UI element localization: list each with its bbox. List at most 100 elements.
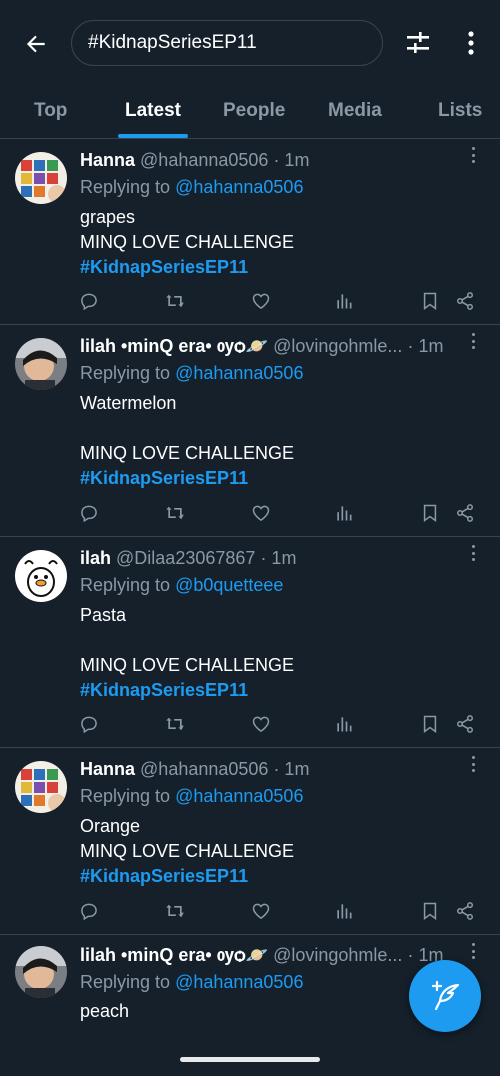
author-handle[interactable]: @Dilaa23067867 (116, 548, 255, 568)
views-icon (337, 294, 352, 309)
replying-to-handle[interactable]: @hahanna0506 (175, 972, 303, 992)
hashtag-link[interactable]: #KidnapSeriesEP11 (80, 468, 248, 489)
views-button[interactable] (333, 900, 355, 922)
tweet-more-icon[interactable] (466, 940, 480, 962)
retweet-button[interactable] (164, 713, 186, 735)
tab-top[interactable]: Top (34, 100, 67, 122)
retweet-button[interactable] (164, 502, 186, 524)
hashtag-link[interactable]: #KidnapSeriesEP11 (80, 680, 248, 701)
tweet-more-icon[interactable] (466, 542, 480, 564)
share-icon (456, 504, 474, 522)
like-button[interactable] (250, 713, 272, 735)
like-button[interactable] (250, 290, 272, 312)
bookmark-button[interactable] (419, 713, 441, 735)
compose-button[interactable] (409, 960, 481, 1032)
avatar[interactable] (15, 338, 67, 390)
retweet-button[interactable] (164, 290, 186, 312)
like-button[interactable] (250, 900, 272, 922)
active-tab-indicator (118, 134, 188, 138)
filter-button[interactable] (400, 25, 436, 61)
tweet-time: · 1m (407, 336, 444, 356)
tab-media[interactable]: Media (328, 100, 382, 122)
tweet[interactable]: Hanna @hahanna0506 · 1m Replying to @hah… (0, 140, 500, 325)
back-button[interactable] (18, 26, 54, 62)
reply-button[interactable] (78, 713, 100, 735)
tweet-text-line: grapes (80, 207, 136, 227)
avatar[interactable] (15, 550, 67, 602)
bookmark-icon (423, 292, 437, 310)
share-icon (456, 292, 474, 310)
top-bar: #KidnapSeriesEP11 (0, 0, 500, 84)
retweet-icon (166, 717, 184, 731)
tweet-text-line: MINQ LOVE CHALLENGE (80, 443, 295, 463)
more-options-button[interactable] (456, 25, 486, 61)
author-handle[interactable]: @lovingohmle... (273, 336, 402, 356)
bookmark-button[interactable] (419, 900, 441, 922)
author-handle[interactable]: @lovingohmle... (273, 945, 402, 965)
tweet-time: · 1m (260, 548, 297, 568)
share-button[interactable] (454, 900, 476, 922)
reply-button[interactable] (78, 290, 100, 312)
more-vertical-icon (468, 31, 474, 55)
replying-to-handle[interactable]: @hahanna0506 (175, 363, 303, 383)
like-button[interactable] (250, 502, 272, 524)
retweet-icon (166, 506, 184, 520)
views-icon (337, 506, 352, 521)
hashtag-link[interactable]: #KidnapSeriesEP11 (80, 866, 248, 887)
tweet[interactable]: lilah •minQ era• ѹѻ🪐 @lovingohmle... · 1… (0, 326, 500, 537)
author-handle[interactable]: @hahanna0506 (140, 150, 268, 170)
tweet-text-line: MINQ LOVE CHALLENGE (80, 655, 295, 675)
sliders-icon (407, 32, 429, 53)
replying-to: Replying to @hahanna0506 (80, 786, 304, 806)
reply-icon (81, 903, 97, 921)
search-tabs: Top Latest People Media Lists (0, 84, 500, 139)
tweet[interactable]: Hanna @hahanna0506 · 1m Replying to @hah… (0, 749, 500, 935)
reply-button[interactable] (78, 900, 100, 922)
tweet-more-icon[interactable] (466, 753, 480, 775)
compose-feather-icon (431, 980, 460, 1011)
heart-icon (252, 903, 270, 919)
views-button[interactable] (333, 713, 355, 735)
author-name[interactable]: lilah •minQ era• ѹѻ🪐 (80, 945, 268, 965)
reply-button[interactable] (78, 502, 100, 524)
views-icon (337, 904, 352, 919)
tweet-more-icon[interactable] (466, 330, 480, 352)
tweet[interactable]: ilah @Dilaa23067867 · 1m Replying to @b0… (0, 538, 500, 748)
author-name[interactable]: ilah (80, 548, 111, 568)
tweet-text-line: MINQ LOVE CHALLENGE (80, 841, 295, 861)
views-button[interactable] (333, 290, 355, 312)
search-input[interactable]: #KidnapSeriesEP11 (71, 20, 383, 66)
reply-icon (81, 293, 97, 311)
retweet-icon (166, 294, 184, 308)
author-name[interactable]: lilah •minQ era• ѹѻ🪐 (80, 336, 268, 356)
replying-to-handle[interactable]: @hahanna0506 (175, 177, 303, 197)
replying-to-handle[interactable]: @b0quetteee (175, 575, 283, 595)
share-button[interactable] (454, 502, 476, 524)
author-handle[interactable]: @hahanna0506 (140, 759, 268, 779)
share-icon (456, 715, 474, 733)
retweet-button[interactable] (164, 900, 186, 922)
tab-people[interactable]: People (223, 100, 285, 122)
author-name[interactable]: Hanna (80, 150, 135, 170)
hashtag-link[interactable]: #KidnapSeriesEP11 (80, 257, 248, 278)
tweet-more-icon[interactable] (466, 144, 480, 166)
tab-lists[interactable]: Lists (438, 100, 482, 122)
views-icon (337, 717, 352, 732)
bookmark-icon (423, 715, 437, 733)
avatar[interactable] (15, 946, 67, 998)
bookmark-button[interactable] (419, 502, 441, 524)
views-button[interactable] (333, 502, 355, 524)
home-indicator[interactable] (180, 1057, 320, 1062)
bookmark-button[interactable] (419, 290, 441, 312)
avatar[interactable] (15, 152, 67, 204)
share-button[interactable] (454, 290, 476, 312)
heart-icon (252, 716, 270, 732)
tab-latest[interactable]: Latest (125, 100, 181, 122)
tweet-text-line: Orange (80, 816, 141, 836)
replying-to: Replying to @hahanna0506 (80, 363, 304, 383)
tweet-text-line: peach (80, 1001, 130, 1021)
avatar[interactable] (15, 761, 67, 813)
replying-to-handle[interactable]: @hahanna0506 (175, 786, 303, 806)
author-name[interactable]: Hanna (80, 759, 135, 779)
share-button[interactable] (454, 713, 476, 735)
